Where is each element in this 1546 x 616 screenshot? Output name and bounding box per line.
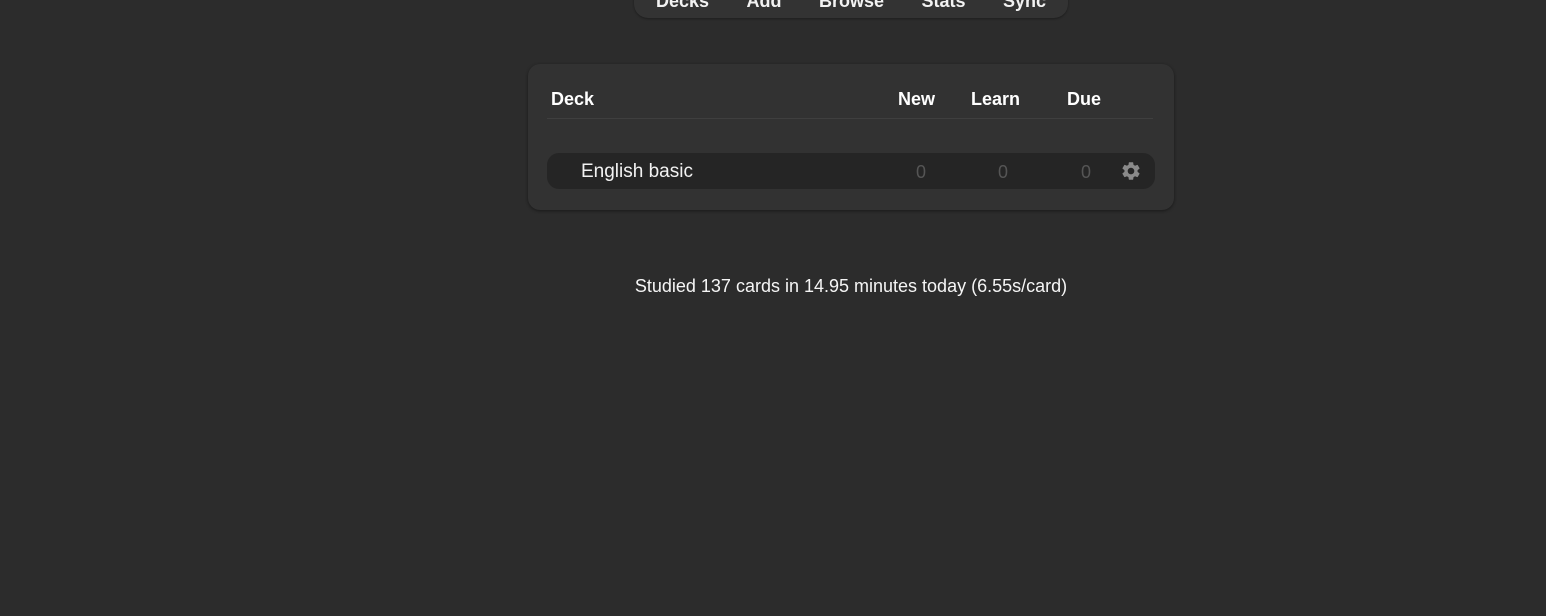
toolbar-browse[interactable]: Browse <box>819 0 884 12</box>
deck-learn-count: 0 <box>998 162 1009 182</box>
study-stats-text: Studied 137 cards in 14.95 minutes today… <box>634 276 1068 296</box>
toolbar-decks[interactable]: Decks <box>656 0 709 12</box>
header-deck: Deck <box>551 89 595 109</box>
gear-icon[interactable] <box>1120 160 1142 182</box>
deck-table-header: Deck New Learn Due <box>547 88 1153 119</box>
deck-new-count: 0 <box>916 162 927 182</box>
header-learn: Learn <box>971 89 1021 109</box>
deck-list-card: Deck New Learn Due English basic 0 0 0 <box>528 64 1174 210</box>
deck-due-count: 0 <box>1081 162 1092 182</box>
toolbar-stats[interactable]: Stats <box>921 0 965 12</box>
toolbar-sync[interactable]: Sync <box>1003 0 1046 12</box>
top-toolbar: Decks Add Browse Stats Sync <box>634 0 1068 18</box>
toolbar-add[interactable]: Add <box>747 0 782 12</box>
header-due: Due <box>1067 89 1102 109</box>
deck-name-link[interactable]: English basic <box>581 161 693 183</box>
header-new: New <box>898 89 936 109</box>
deck-row: English basic 0 0 0 <box>547 153 1155 189</box>
